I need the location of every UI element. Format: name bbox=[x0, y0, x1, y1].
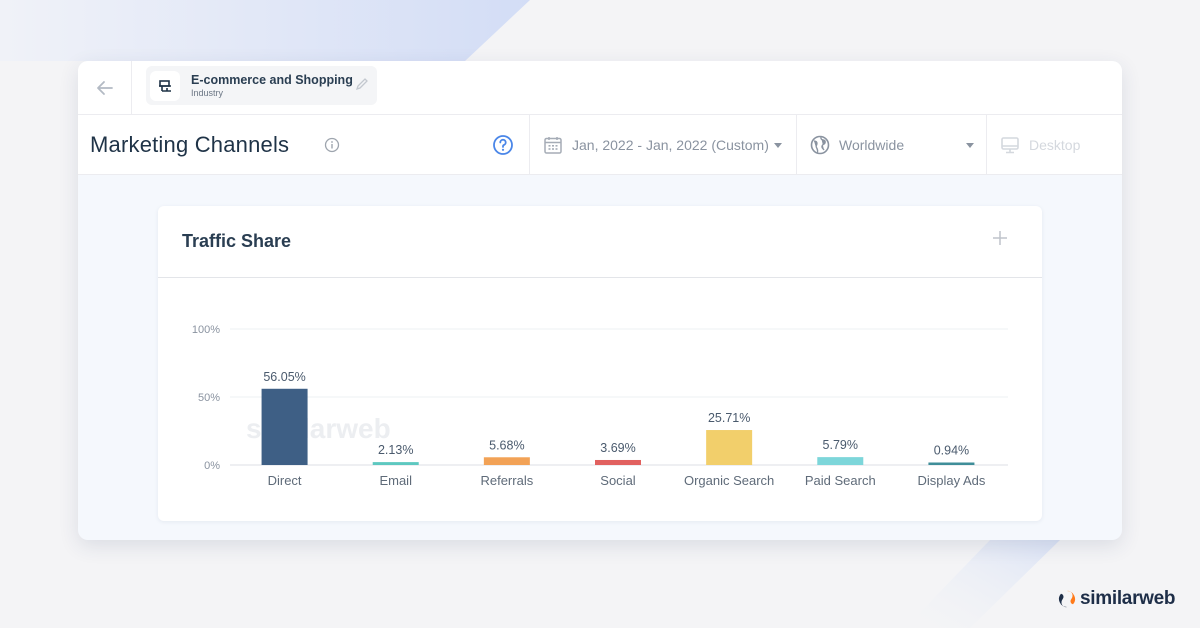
brand-logo: similarweb bbox=[1058, 588, 1176, 610]
x-tick-label: Organic Search bbox=[684, 473, 774, 488]
shop-icon bbox=[159, 79, 171, 92]
x-tick-label: Social bbox=[600, 473, 636, 488]
device-value: Desktop bbox=[1029, 137, 1081, 153]
data-label: 25.71% bbox=[708, 411, 750, 425]
date-range-value: Jan, 2022 - Jan, 2022 (Custom) bbox=[572, 137, 769, 153]
data-label: 56.05% bbox=[263, 370, 305, 384]
data-label: 3.69% bbox=[600, 441, 635, 455]
y-tick-label: 100% bbox=[192, 324, 220, 336]
pencil-icon[interactable] bbox=[355, 77, 369, 91]
brand-name: similarweb bbox=[1080, 588, 1176, 609]
data-label: 5.68% bbox=[489, 438, 524, 452]
country-filter[interactable]: Worldwide bbox=[796, 115, 986, 175]
bar bbox=[372, 462, 419, 465]
industry-icon-box bbox=[150, 70, 180, 101]
traffic-share-chart: 0%50%100%similarweb56.05%Direct2.13%Emai… bbox=[192, 324, 1008, 488]
globe-icon bbox=[810, 135, 830, 155]
data-label: 2.13% bbox=[378, 443, 413, 457]
bar bbox=[595, 459, 641, 465]
x-tick-label: Email bbox=[379, 473, 412, 488]
back-button[interactable] bbox=[78, 61, 132, 115]
bar bbox=[817, 457, 864, 465]
industry-selector[interactable]: E-commerce and Shopping Industry bbox=[146, 66, 377, 105]
y-tick-label: 0% bbox=[204, 460, 220, 472]
date-range-filter[interactable]: Jan, 2022 - Jan, 2022 (Custom) bbox=[529, 115, 796, 175]
desktop-icon bbox=[1001, 137, 1019, 154]
x-tick-label: Paid Search bbox=[805, 473, 876, 488]
chevron-down-icon bbox=[966, 142, 974, 148]
industry-name: E-commerce and Shopping bbox=[191, 72, 353, 87]
data-label: 5.79% bbox=[823, 438, 858, 452]
industry-type: Industry bbox=[191, 87, 224, 98]
question-circle-icon[interactable] bbox=[492, 134, 514, 156]
country-value: Worldwide bbox=[839, 137, 905, 153]
bar bbox=[706, 430, 753, 465]
traffic-share-card: Traffic Share 0% 50% 100% similarweb 56.05% D… bbox=[158, 206, 1042, 521]
device-filter[interactable]: Desktop bbox=[986, 115, 1122, 175]
bar bbox=[261, 388, 308, 465]
bar bbox=[483, 457, 530, 465]
page-header: Marketing Channels Jan, 2022 - Jan, 2022… bbox=[78, 115, 1122, 175]
top-bar: E-commerce and Shopping Industry bbox=[78, 61, 1122, 115]
info-icon[interactable] bbox=[324, 137, 340, 153]
data-label: 0.94% bbox=[934, 444, 969, 458]
app-window: E-commerce and Shopping Industry Marketi… bbox=[78, 61, 1122, 540]
calendar-icon bbox=[544, 137, 562, 154]
y-tick-label: 50% bbox=[198, 392, 220, 404]
similarweb-logo-icon bbox=[1058, 590, 1076, 608]
chevron-down-icon bbox=[773, 142, 782, 148]
x-tick-label: Direct bbox=[268, 473, 302, 488]
x-tick-label: Display Ads bbox=[917, 473, 985, 488]
arrow-left-icon bbox=[96, 81, 113, 95]
card-header: Traffic Share bbox=[158, 206, 1042, 278]
card-title: Traffic Share bbox=[182, 231, 292, 251]
page-title: Marketing Channels bbox=[90, 132, 290, 157]
x-tick-label: Referrals bbox=[480, 473, 533, 488]
bar bbox=[928, 462, 975, 465]
plus-icon[interactable] bbox=[992, 230, 1008, 246]
